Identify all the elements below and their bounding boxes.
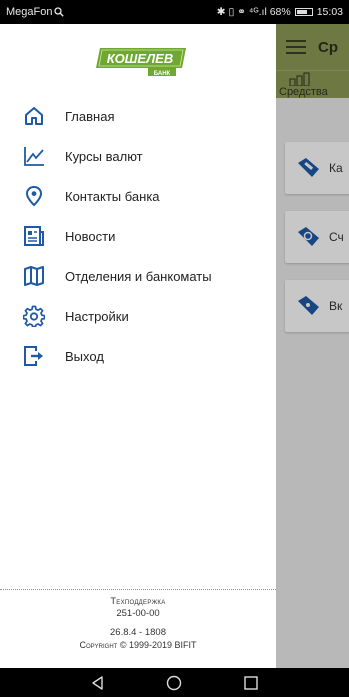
logout-icon xyxy=(22,344,46,368)
app-version: 26.8.4 - 1808 xyxy=(110,627,166,638)
clock: 15:03 xyxy=(316,6,343,18)
drawer-footer: Техподдержка 251-00-00 26.8.4 - 1808 Cop… xyxy=(0,596,276,650)
battery-icon xyxy=(294,8,313,16)
support-label: Техподдержка xyxy=(110,596,166,606)
carrier: MegaFon xyxy=(6,6,65,18)
status-bar: MegaFon ✱ ▯ ⚭ ⁴ᴳ.ıl 68% 15:03 xyxy=(0,0,349,24)
scrim-overlay[interactable] xyxy=(276,24,349,668)
map-icon xyxy=(22,264,46,288)
gear-icon xyxy=(22,304,46,328)
status-icons: ✱ ▯ ⚭ ⁴ᴳ.ıl 68% xyxy=(216,6,291,18)
navigation-drawer: КОШЕЛЕВ БАНК Главная Курсы валют Контакт… xyxy=(0,24,276,668)
support-phone[interactable]: 251-00-00 xyxy=(0,608,276,619)
menu-item-exchange-rates[interactable]: Курсы валют xyxy=(0,136,276,176)
bank-logo: КОШЕЛЕВ БАНК xyxy=(96,44,188,78)
system-nav-bar xyxy=(0,668,349,697)
footer-divider xyxy=(0,589,276,590)
menu-item-label: Настройки xyxy=(65,308,129,324)
menu-item-branches-atms[interactable]: Отделения и банкоматы xyxy=(0,256,276,296)
location-pin-icon xyxy=(22,184,46,208)
drawer-menu: Главная Курсы валют Контакты банка Новос… xyxy=(0,96,276,376)
copyright: Copyright © 1999-2019 BIFIT xyxy=(79,640,197,650)
menu-item-logout[interactable]: Выход xyxy=(0,336,276,376)
chart-line-icon xyxy=(22,144,46,168)
newspaper-icon xyxy=(22,224,46,248)
menu-item-label: Новости xyxy=(65,228,116,244)
carrier-name: MegaFon xyxy=(6,6,53,18)
menu-item-news[interactable]: Новости xyxy=(0,216,276,256)
menu-item-label: Главная xyxy=(65,108,115,124)
recents-icon[interactable] xyxy=(243,675,259,691)
menu-item-label: Контакты банка xyxy=(65,188,160,204)
home-button-icon[interactable] xyxy=(166,675,182,691)
back-icon[interactable] xyxy=(90,675,106,691)
menu-item-label: Отделения и банкоматы xyxy=(65,268,212,284)
search-icon xyxy=(54,7,65,17)
logo-wordmark: КОШЕЛЕВ xyxy=(107,51,173,66)
menu-item-home[interactable]: Главная xyxy=(0,96,276,136)
menu-item-bank-contacts[interactable]: Контакты банка xyxy=(0,176,276,216)
home-icon xyxy=(22,104,46,128)
logo-subtext: БАНК xyxy=(154,71,171,77)
menu-item-label: Курсы валют xyxy=(65,148,143,164)
menu-item-settings[interactable]: Настройки xyxy=(0,296,276,336)
status-indicators: ✱ ▯ ⚭ ⁴ᴳ.ıl 68% 15:03 xyxy=(217,6,343,18)
menu-item-label: Выход xyxy=(65,348,104,364)
